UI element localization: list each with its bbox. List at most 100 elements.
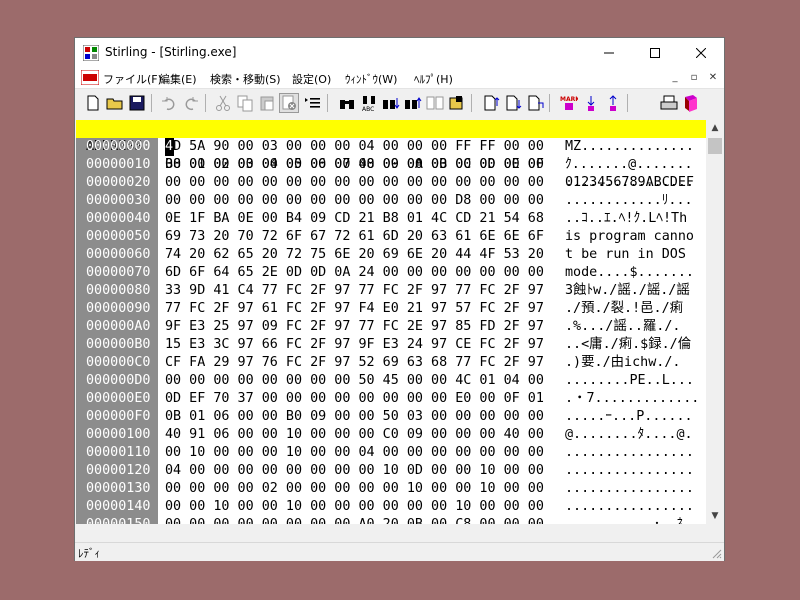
find-button[interactable] [337,93,357,113]
row-hex-bytes[interactable]: CF FA 29 97 76 FC 2F 97 52 69 63 68 77 F… [165,354,544,372]
hex-row[interactable]: 00000060 74 20 62 65 20 72 75 6E 20 69 6E… [76,246,706,264]
hex-row[interactable]: 00000080 33 9D 41 C4 77 FC 2F 97 77 FC 2F… [76,282,706,300]
row-ascii[interactable]: .....ｰ...P...... [565,408,693,426]
row-hex-bytes[interactable]: B8 00 00 00 00 00 00 00 40 00 00 00 00 0… [165,156,544,174]
hex-row[interactable]: 000000A0 9F E3 25 97 09 FC 2F 97 77 FC 2E… [76,318,706,336]
row-ascii[interactable]: MZ.............. [565,138,694,156]
scroll-thumb[interactable] [708,138,722,154]
hex-row[interactable]: 000000B0 15 E3 3C 97 66 FC 2F 97 9F E3 24… [76,336,706,354]
hex-row[interactable]: 000000F0 0B 01 06 00 00 B0 09 00 00 50 03… [76,408,706,426]
row-ascii[interactable]: .)要./由ichw./. [565,354,680,372]
document-icon[interactable] [81,70,99,85]
next-mark-button[interactable] [581,93,601,113]
find-next-button[interactable] [381,93,401,113]
help-button[interactable] [681,93,701,113]
row-ascii[interactable]: mode....$....... [565,264,694,282]
undo-button[interactable] [159,93,179,113]
hex-row[interactable]: 00000030 00 00 00 00 00 00 00 00 00 00 00… [76,192,706,210]
row-hex-bytes[interactable]: 0D EF 70 37 00 00 00 00 00 00 00 00 E0 0… [165,390,544,408]
row-ascii[interactable]: ................ [565,480,694,498]
maximize-button[interactable] [632,38,678,68]
menu-window[interactable]: ｳｨﾝﾄﾞｳ(W) [345,71,397,87]
scroll-up-arrow[interactable]: ▲ [706,120,724,136]
row-hex-bytes[interactable]: 6D 6F 64 65 2E 0D 0D 0A 24 00 00 00 00 0… [165,264,544,282]
row-ascii[interactable]: .%.../謡..羅./. [565,318,680,336]
row-hex-bytes[interactable]: 04 00 00 00 00 00 00 00 00 10 0D 00 00 1… [165,462,544,480]
cut-button[interactable] [213,93,233,113]
row-hex-bytes[interactable]: 33 9D 41 C4 77 FC 2F 97 77 FC 2F 97 77 F… [165,282,544,300]
mdi-minimize-button[interactable]: _ [668,71,682,84]
print-button[interactable] [659,93,679,113]
hex-row[interactable]: 00000150 00 00 00 00 00 00 00 00 A0 20 0B… [76,516,706,524]
mdi-restore-button[interactable]: ▫ [687,71,701,84]
hex-row[interactable]: 00000090 77 FC 2F 97 61 FC 2F 97 F4 E0 21… [76,300,706,318]
row-hex-bytes[interactable]: 40 91 06 00 00 10 00 00 00 C0 09 00 00 0… [165,426,544,444]
row-ascii[interactable]: t be run in DOS [565,246,694,264]
delete-button[interactable] [279,93,299,113]
copy-button[interactable] [235,93,255,113]
select-button[interactable] [303,93,323,113]
row-ascii[interactable]: is program canno [565,228,694,246]
hex-row[interactable]: 00000110 00 10 00 00 00 10 00 00 04 00 00… [76,444,706,462]
row-hex-bytes[interactable]: 00 10 00 00 00 10 00 00 04 00 00 00 00 0… [165,444,544,462]
row-ascii[interactable]: ｸ.......@....... [565,156,693,174]
hex-view[interactable]: ADDRESS 00 01 02 03 04 05 06 07 08 09 0A… [76,120,706,524]
hex-row[interactable]: 00000140 00 00 10 00 00 10 00 00 00 00 00… [76,498,706,516]
row-hex-bytes[interactable]: 0B 01 06 00 00 B0 09 00 00 50 03 00 00 0… [165,408,544,426]
row-hex-bytes[interactable]: 00 00 00 00 00 00 00 00 00 00 00 00 D8 0… [165,192,544,210]
row-ascii[interactable]: ................ [565,444,694,462]
row-ascii[interactable]: ............ﾘ... [565,192,693,210]
menu-edit[interactable]: 編集(E) [159,71,197,87]
hex-row[interactable]: 00000100 40 91 06 00 00 10 00 00 00 C0 09… [76,426,706,444]
hex-row[interactable]: 00000040 0E 1F BA 0E 00 B4 09 CD 21 B8 01… [76,210,706,228]
menu-help[interactable]: ﾍﾙﾌﾟ(H) [414,71,453,87]
row-hex-bytes[interactable]: 00 00 10 00 00 10 00 00 00 00 00 00 10 0… [165,498,544,516]
row-hex-bytes[interactable]: 69 73 20 70 72 6F 67 72 61 6D 20 63 61 6… [165,228,544,246]
goto-address-button[interactable] [525,93,545,113]
row-ascii[interactable]: ..<庸./痢.$録./倫 [565,336,691,354]
hex-row[interactable]: 00000070 6D 6F 64 65 2E 0D 0D 0A 24 00 00… [76,264,706,282]
row-ascii[interactable]: ./預./裂.!邑./痢 [565,300,683,318]
goto-top-button[interactable] [481,93,501,113]
hex-row[interactable]: 00000130 00 00 00 00 02 00 00 00 00 00 10… [76,480,706,498]
row-ascii[interactable]: ................ [565,462,694,480]
hex-row[interactable]: 000000D0 00 00 00 00 00 00 00 00 50 45 00… [76,372,706,390]
row-ascii[interactable]: ........PE..L... [565,372,694,390]
open-file-button[interactable] [105,93,125,113]
row-hex-bytes[interactable]: 00 00 00 00 00 00 00 00 50 45 00 00 4C 0… [165,372,544,390]
jump-button[interactable] [447,93,467,113]
row-ascii[interactable]: ................ [565,174,694,192]
paste-button[interactable] [257,93,277,113]
mdi-close-button[interactable]: ✕ [706,71,720,84]
row-ascii[interactable]: 3蝕ﾄw./謡./謡./謡 [565,282,690,300]
menu-file[interactable]: ファイル(F) [103,71,162,87]
menu-search[interactable]: 検索・移動(S) [210,71,281,87]
save-button[interactable] [127,93,147,113]
menu-settings[interactable]: 設定(O) [292,71,331,87]
redo-button[interactable] [181,93,201,113]
row-hex-bytes[interactable]: 0E 1F BA 0E 00 B4 09 CD 21 B8 01 4C CD 2… [165,210,544,228]
row-hex-bytes[interactable]: 74 20 62 65 20 72 75 6E 20 69 6E 20 44 4… [165,246,544,264]
row-hex-bytes[interactable]: 00 00 00 00 00 00 00 00 A0 20 0B 00 C8 0… [165,516,544,524]
hex-row[interactable]: 00000000 4D 5A 90 00 03 00 00 00 04 00 00… [76,138,706,156]
prev-mark-button[interactable] [603,93,623,113]
close-button[interactable] [678,38,724,68]
vertical-scrollbar[interactable]: ▲ ▼ [706,120,724,524]
row-ascii[interactable]: ................ [565,498,694,516]
row-hex-bytes[interactable]: 9F E3 25 97 09 FC 2F 97 77 FC 2E 97 85 F… [165,318,544,336]
find-replace-button[interactable]: ABC [359,93,379,113]
hex-row[interactable]: 000000C0 CF FA 29 97 76 FC 2F 97 52 69 63… [76,354,706,372]
hex-row[interactable]: 00000010 B8 00 00 00 00 00 00 00 40 00 00… [76,156,706,174]
row-ascii[interactable]: ..ｺ..ｴ.ﾍ!ｸ.Lﾍ!Th [565,210,687,228]
minimize-button[interactable] [586,38,632,68]
row-ascii[interactable]: .・7............. [565,390,699,408]
goto-bottom-button[interactable] [503,93,523,113]
row-hex-bytes[interactable]: 77 FC 2F 97 61 FC 2F 97 F4 E0 21 97 57 F… [165,300,544,318]
row-hex-bytes[interactable]: 15 E3 3C 97 66 FC 2F 97 9F E3 24 97 CE F… [165,336,544,354]
new-file-button[interactable] [83,93,103,113]
find-prev-button[interactable] [403,93,423,113]
resize-grip-icon[interactable] [710,547,722,559]
row-hex-bytes[interactable]: 00 00 00 00 00 00 00 00 00 00 00 00 00 0… [165,174,544,192]
row-ascii[interactable]: @........ﾀ....@. [565,426,693,444]
hex-row[interactable]: 00000050 69 73 20 70 72 6F 67 72 61 6D 20… [76,228,706,246]
